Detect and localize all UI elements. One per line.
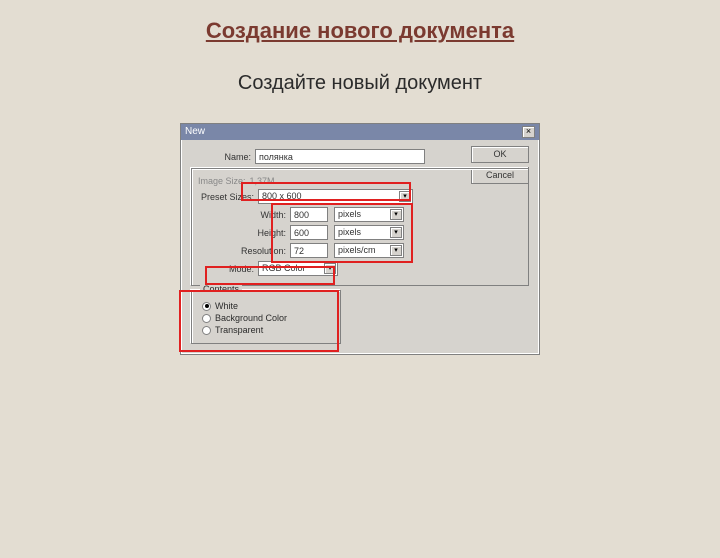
ok-button[interactable]: OK <box>471 146 529 163</box>
radio-transparent[interactable]: Transparent <box>202 325 332 335</box>
height-label: Height: <box>200 228 290 238</box>
name-input[interactable] <box>255 149 425 164</box>
chevron-down-icon: ▾ <box>399 191 411 202</box>
radio-white-label: White <box>215 301 238 311</box>
preset-value: 800 x 600 <box>262 190 302 203</box>
width-label: Width: <box>200 210 290 220</box>
resolution-units-combo[interactable]: pixels/cm ▾ <box>334 243 404 258</box>
name-label: Name: <box>191 152 255 162</box>
preset-combo[interactable]: 800 x 600 ▾ <box>258 189 413 204</box>
slide-title: Создание нового документа <box>0 18 720 44</box>
dialog-body: OK Cancel Name: Image Size: 1,37M Preset… <box>181 140 539 354</box>
width-input[interactable] <box>290 207 328 222</box>
height-input[interactable] <box>290 225 328 240</box>
resolution-input[interactable] <box>290 243 328 258</box>
close-icon[interactable]: × <box>522 126 535 138</box>
radio-white[interactable]: White <box>202 301 332 311</box>
contents-group-title: Contents <box>200 284 242 294</box>
resolution-label: Resolution: <box>200 246 290 256</box>
radio-icon <box>202 302 211 311</box>
mode-value: RGB Color <box>262 262 306 275</box>
radio-transparent-label: Transparent <box>215 325 263 335</box>
height-units: pixels <box>338 226 361 239</box>
radio-bgcolor[interactable]: Background Color <box>202 313 332 323</box>
dialog-titlebar: New × <box>181 124 539 140</box>
dialog-wrapper: New × OK Cancel Name: Image Size: 1,37M … <box>180 123 540 355</box>
chevron-down-icon: ▾ <box>390 245 402 256</box>
chevron-down-icon: ▾ <box>390 209 402 220</box>
width-units-combo[interactable]: pixels ▾ <box>334 207 404 222</box>
width-units: pixels <box>338 208 361 221</box>
slide-subtitle: Создайте новый документ <box>0 72 720 95</box>
resolution-units: pixels/cm <box>338 244 376 257</box>
height-units-combo[interactable]: pixels ▾ <box>334 225 404 240</box>
radio-bgcolor-label: Background Color <box>215 313 287 323</box>
dialog-title: New <box>185 124 205 140</box>
image-size-label: Image Size: <box>194 176 246 186</box>
image-size-value: 1,37M <box>246 176 275 186</box>
chevron-down-icon: ▾ <box>324 263 336 274</box>
preset-label: Preset Sizes: <box>200 192 258 202</box>
radio-icon <box>202 314 211 323</box>
new-document-dialog: New × OK Cancel Name: Image Size: 1,37M … <box>180 123 540 355</box>
mode-label: Mode: <box>200 264 258 274</box>
chevron-down-icon: ▾ <box>390 227 402 238</box>
mode-combo[interactable]: RGB Color ▾ <box>258 261 338 276</box>
radio-icon <box>202 326 211 335</box>
